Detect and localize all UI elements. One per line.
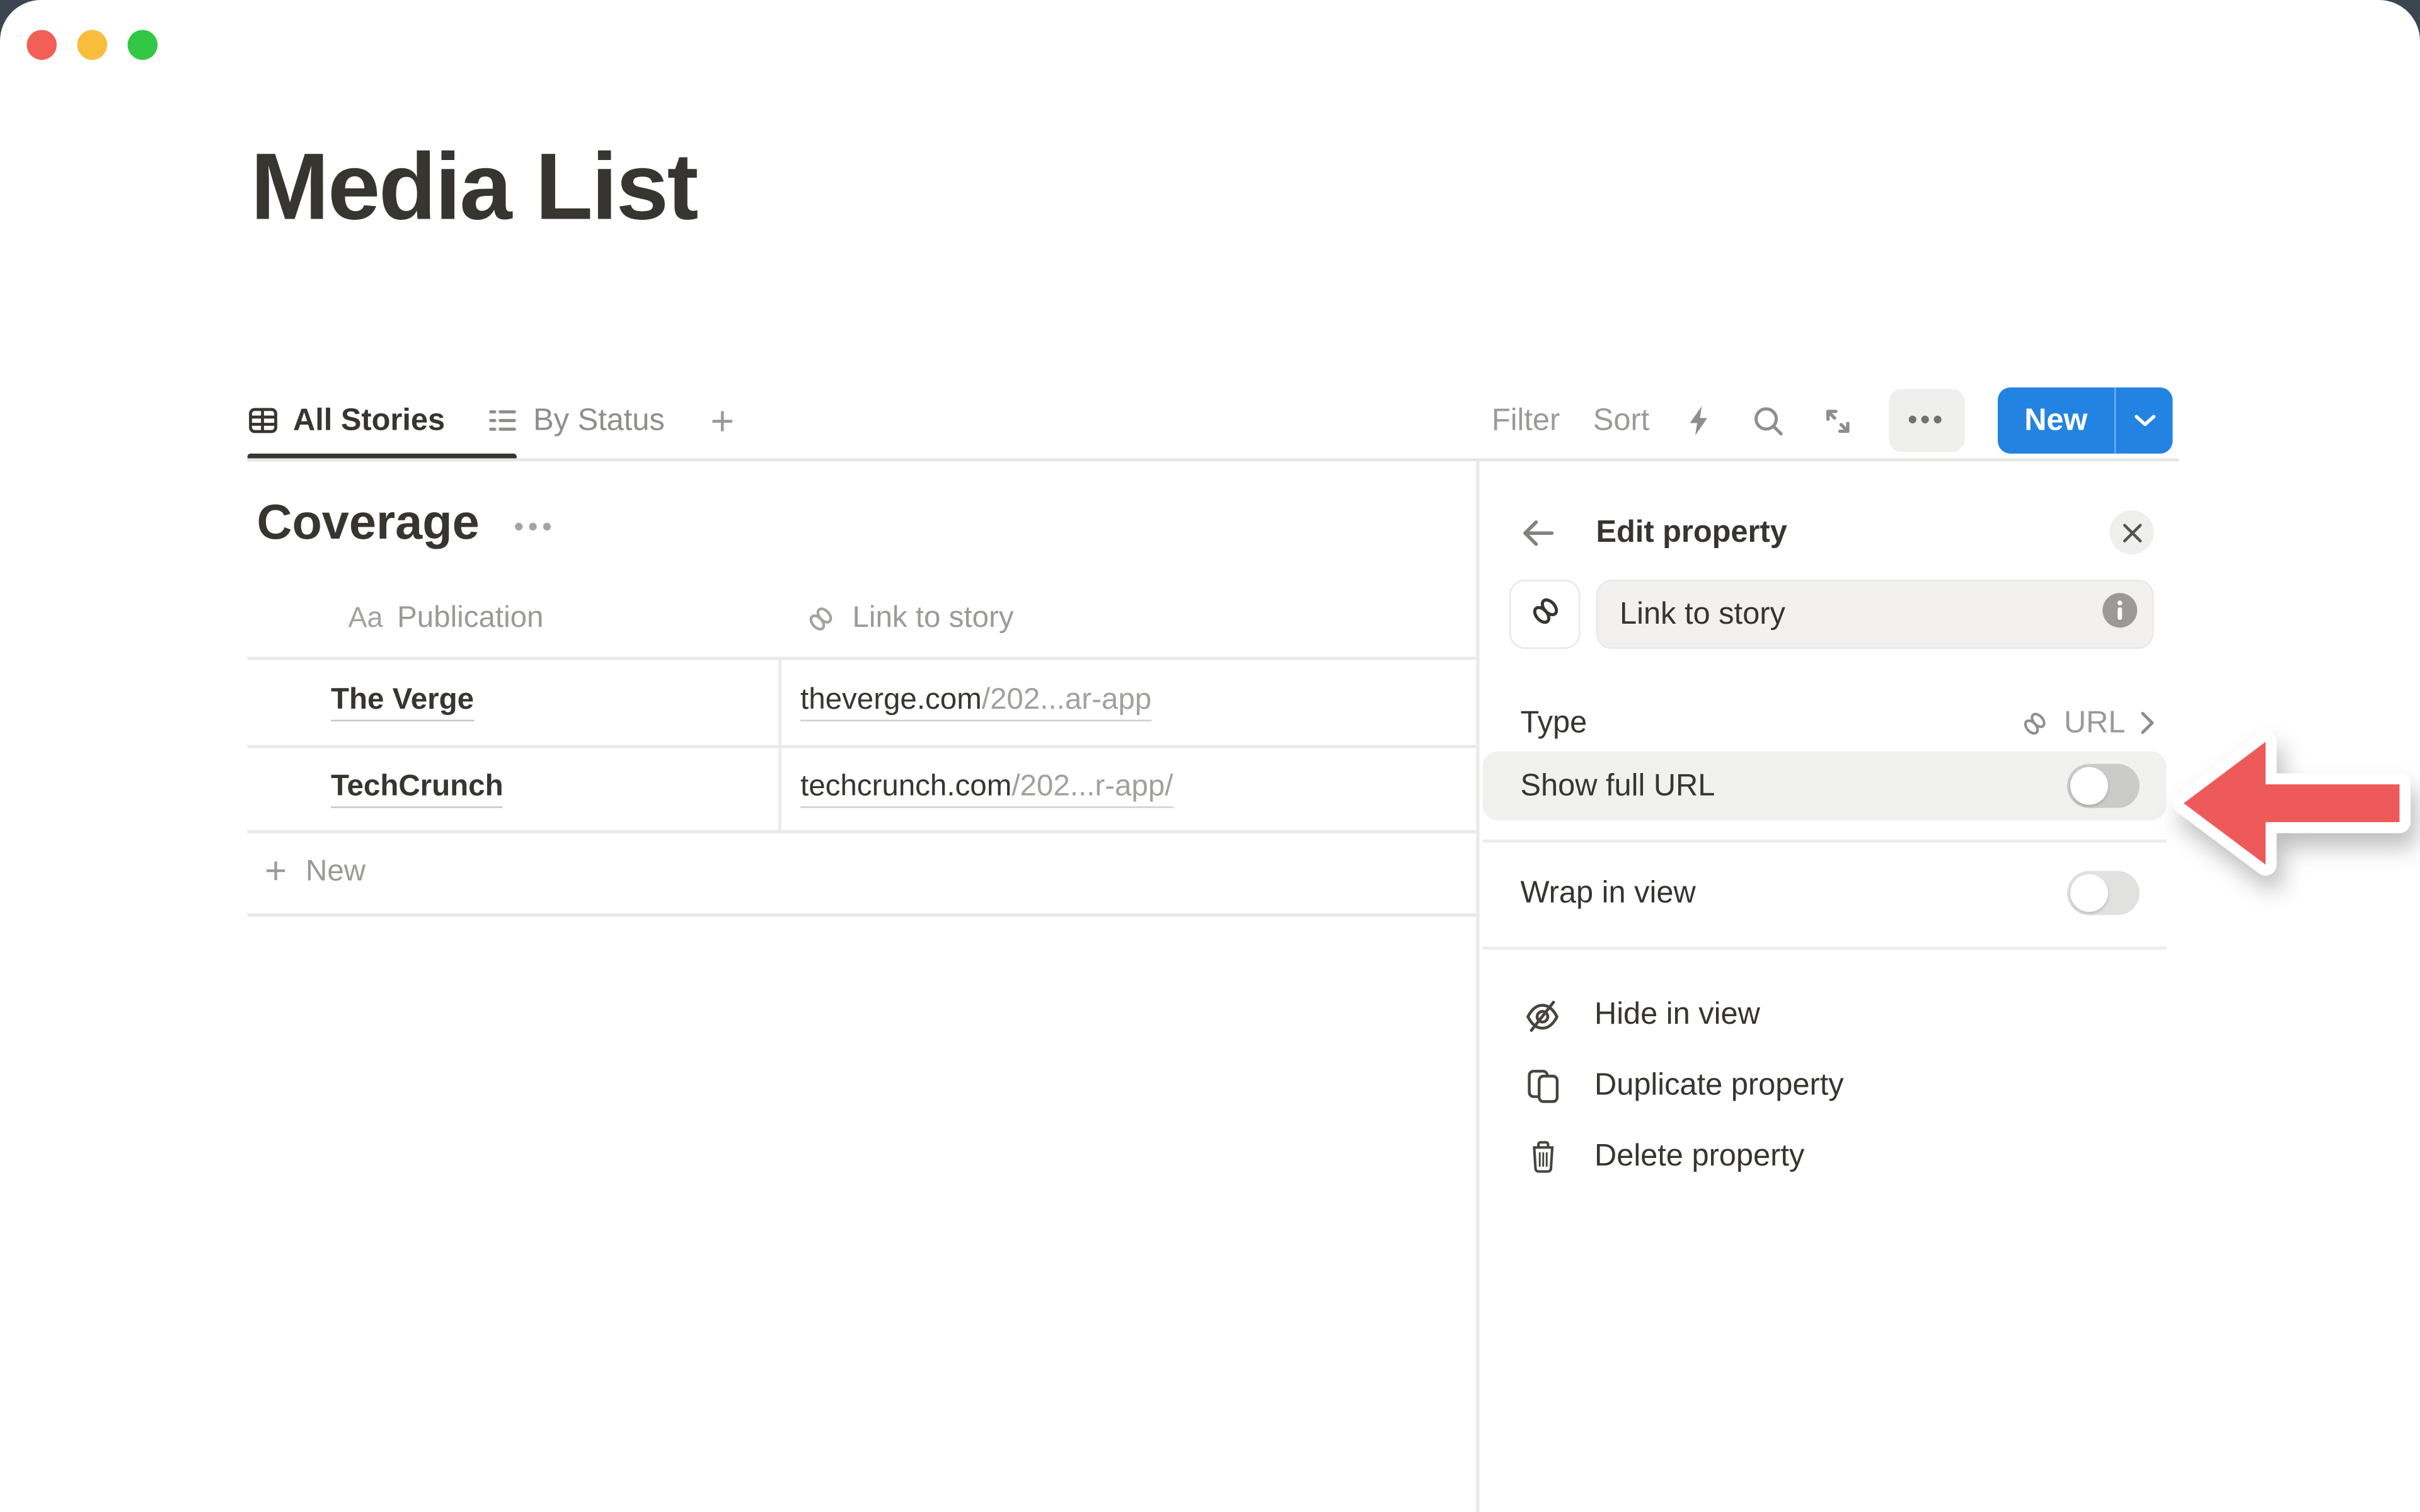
type-value: URL (2020, 705, 2155, 742)
add-row-label: New (306, 854, 366, 889)
link-icon (2020, 708, 2050, 738)
property-name-value: Link to story (1620, 596, 2102, 633)
toggle-knob (2070, 874, 2108, 912)
menu-item-hide-in-view[interactable]: Hide in view (1522, 980, 2152, 1051)
eye-off-icon (1522, 995, 1563, 1036)
toggle-knob (2070, 767, 2108, 805)
chevron-down-icon[interactable] (2116, 387, 2173, 454)
url-link[interactable]: techcrunch.com/202...r-app/ (800, 770, 1173, 808)
url-cell[interactable]: theverge.com/202...ar-app (778, 684, 1477, 718)
window-controls (27, 30, 158, 60)
url-truncated-path: /202...ar-app (982, 684, 1151, 717)
panel-menu: Hide in view Duplicate property (1522, 980, 2152, 1193)
annotation-left-arrow (2168, 715, 2414, 891)
list-view-icon (488, 405, 519, 437)
close-window-button[interactable] (27, 30, 57, 60)
table-header-row: Aa Publication Link to story (248, 580, 1477, 657)
url-cell[interactable]: techcrunch.com/202...r-app/ (778, 770, 1477, 805)
property-type-icon-button[interactable] (1509, 580, 1581, 649)
text-type-icon: Aa (349, 602, 383, 635)
link-icon (1528, 593, 1562, 636)
menu-item-label: Delete property (1594, 1139, 1804, 1176)
panel-divider (1477, 460, 1479, 1512)
filter-button[interactable]: Filter (1492, 403, 1560, 439)
table-border (248, 914, 1477, 916)
show-full-url-toggle[interactable] (2067, 764, 2140, 808)
page-title: Media List (251, 132, 697, 241)
show-full-url-row[interactable]: Show full URL (1483, 752, 2167, 821)
minimize-window-button[interactable] (78, 30, 108, 60)
column-header-link-to-story[interactable]: Link to story (778, 601, 1477, 636)
toolbar-actions: Filter Sort ••• New (1492, 383, 2173, 459)
tab-label: All Stories (293, 403, 445, 439)
tab-by-status[interactable]: By Status (488, 403, 665, 439)
menu-item-label: Duplicate property (1594, 1068, 1844, 1104)
search-icon[interactable] (1750, 403, 1787, 439)
url-host: theverge.com (800, 684, 982, 717)
info-icon[interactable] (2102, 592, 2138, 638)
link-icon (805, 602, 837, 634)
plus-icon: + (265, 853, 287, 891)
toolbar-divider (248, 459, 2179, 461)
table-row: The Verge theverge.com/202...ar-app (248, 657, 1477, 745)
table-row: TechCrunch techcrunch.com/202...r-app/ (248, 745, 1477, 830)
left-arrow-shape (2184, 742, 2400, 865)
lightning-icon[interactable] (1683, 403, 1717, 438)
menu-item-delete-property[interactable]: Delete property (1522, 1121, 2152, 1193)
menu-item-label: Hide in view (1594, 997, 1760, 1034)
publication-cell[interactable]: TechCrunch (248, 770, 779, 805)
column-header-publication[interactable]: Aa Publication (248, 601, 779, 636)
row-title-link[interactable]: TechCrunch (331, 770, 504, 808)
sort-button[interactable]: Sort (1593, 403, 1649, 439)
table-view-icon (248, 405, 279, 437)
database-title-row: Coverage ••• (257, 495, 556, 551)
type-row[interactable]: Type URL (1521, 695, 2156, 752)
add-view-button[interactable]: + (710, 400, 734, 441)
wrap-in-view-label: Wrap in view (1521, 859, 1696, 928)
row-title-link[interactable]: The Verge (331, 684, 474, 721)
trash-icon (1522, 1139, 1563, 1176)
database-options-icon[interactable]: ••• (514, 503, 556, 544)
column-label: Link to story (853, 601, 1014, 636)
property-name-input[interactable]: Link to story (1596, 580, 2154, 649)
app-window: Media List All Stories (0, 0, 2420, 1512)
show-full-url-label: Show full URL (1521, 752, 1715, 821)
wrap-in-view-toggle[interactable] (2067, 871, 2140, 915)
url-truncated-path: /202...r-app/ (1011, 770, 1173, 804)
back-arrow-icon[interactable] (1519, 513, 1559, 561)
tab-all-stories[interactable]: All Stories (248, 403, 446, 439)
type-value-label: URL (2064, 705, 2126, 742)
add-row-button[interactable]: + New (248, 830, 1477, 914)
screenshot-stage: Media List All Stories (0, 0, 2420, 1512)
database-title: Coverage (257, 495, 480, 551)
chevron-right-icon (2140, 711, 2155, 736)
column-label: Publication (397, 601, 543, 636)
menu-item-duplicate-property[interactable]: Duplicate property (1522, 1051, 2152, 1122)
tab-label: By Status (533, 403, 665, 439)
more-options-button[interactable]: ••• (1889, 389, 1964, 452)
expand-icon[interactable] (1819, 403, 1856, 439)
close-icon[interactable] (2110, 510, 2154, 554)
new-button-group: New (1998, 387, 2173, 454)
duplicate-icon (1522, 1067, 1563, 1106)
panel-title: Edit property (1596, 515, 1787, 552)
panel-section-divider (1483, 947, 2167, 949)
url-link[interactable]: theverge.com/202...ar-app (800, 684, 1151, 721)
wrap-in-view-row[interactable]: Wrap in view (1483, 859, 2167, 928)
url-host: techcrunch.com (800, 770, 1011, 804)
view-tabs: All Stories By Status + (248, 383, 735, 459)
publication-cell[interactable]: The Verge (248, 684, 779, 718)
type-label: Type (1521, 705, 1587, 742)
new-button[interactable]: New (1998, 387, 2114, 454)
zoom-window-button[interactable] (128, 30, 158, 60)
panel-section-divider (1483, 840, 2167, 842)
